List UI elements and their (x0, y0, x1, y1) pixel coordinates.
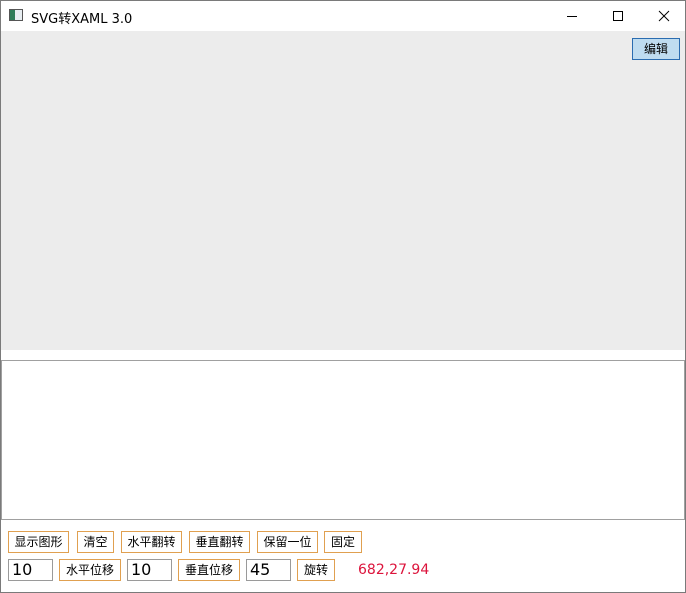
keep-one-decimal-button[interactable]: 保留一位 (257, 531, 318, 553)
vertical-offset-input[interactable]: 10 (127, 559, 172, 581)
fix-button[interactable]: 固定 (324, 531, 362, 553)
horizontal-offset-input[interactable]: 10 (8, 559, 53, 581)
minimize-icon (567, 16, 577, 17)
main-window: SVG转XAML 3.0 编辑 显示图形 清空 水平翻转 垂直翻转 保留一位 固… (0, 0, 686, 593)
close-icon (658, 10, 670, 22)
maximize-button[interactable] (595, 1, 641, 31)
rotate-angle-input[interactable]: 45 (246, 559, 291, 581)
window-title: SVG转XAML 3.0 (31, 12, 133, 27)
edit-button[interactable]: 编辑 (632, 38, 680, 60)
show-shape-button[interactable]: 显示图形 (8, 531, 69, 553)
app-window-icon (9, 9, 23, 21)
clear-button[interactable]: 清空 (77, 531, 114, 553)
title-bar[interactable]: SVG转XAML 3.0 (1, 1, 685, 31)
flip-vertical-button[interactable]: 垂直翻转 (189, 531, 250, 553)
maximize-icon (613, 11, 623, 21)
vertical-offset-button[interactable]: 垂直位移 (178, 559, 240, 581)
coordinate-readout: 682,27.94 (358, 562, 430, 578)
minimize-button[interactable] (549, 1, 595, 31)
svg-preview-canvas[interactable]: 编辑 (1, 31, 685, 350)
flip-horizontal-button[interactable]: 水平翻转 (121, 531, 182, 553)
xaml-text-area[interactable] (1, 360, 685, 520)
rotate-button[interactable]: 旋转 (297, 559, 335, 581)
close-button[interactable] (641, 1, 686, 31)
horizontal-offset-button[interactable]: 水平位移 (59, 559, 121, 581)
